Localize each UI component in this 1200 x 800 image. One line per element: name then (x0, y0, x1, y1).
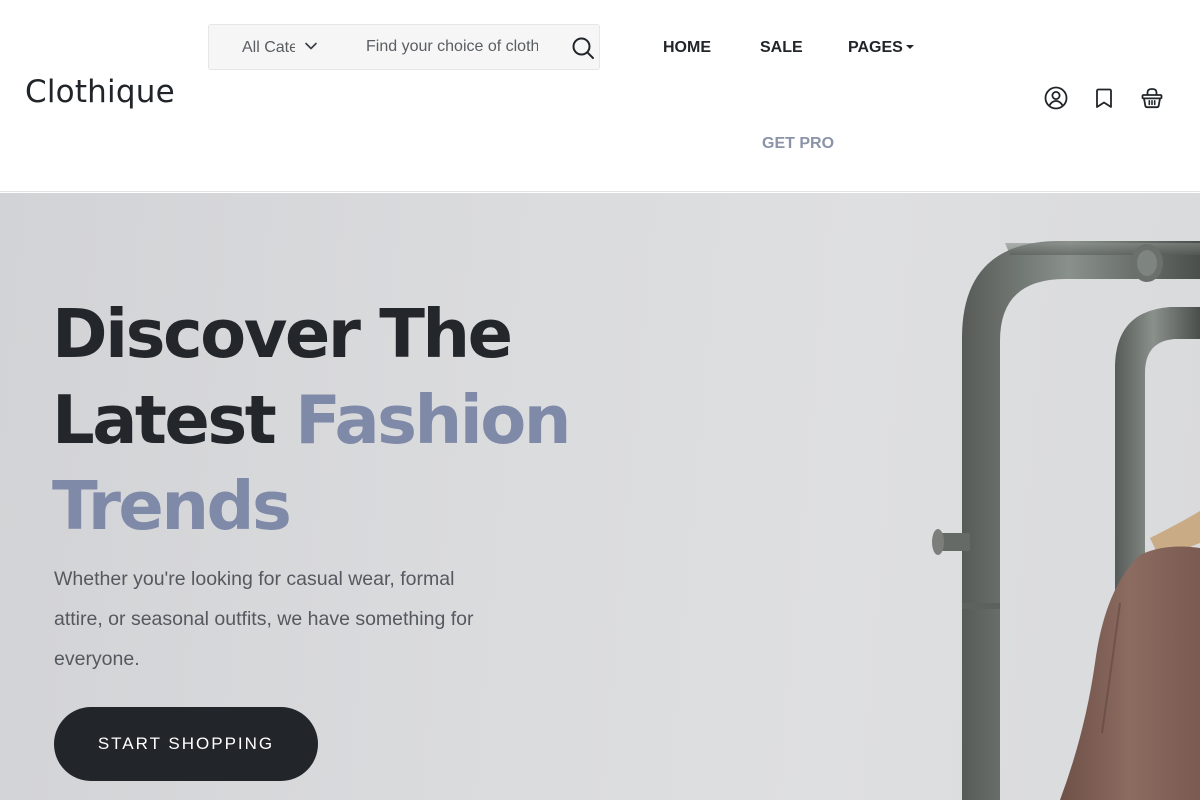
start-shopping-button[interactable]: START SHOPPING (54, 707, 318, 781)
headline-fashion: Fashion (295, 381, 571, 459)
category-select[interactable]: All Categories (209, 25, 349, 69)
headline-the: The (358, 295, 513, 373)
nav-home[interactable]: HOME (663, 39, 711, 57)
search-bar: All Categories (208, 24, 600, 70)
user-circle-icon[interactable] (1044, 86, 1068, 110)
category-select-value: All Categories (242, 39, 295, 56)
nav-pages-label: PAGES (848, 39, 903, 56)
site-logo[interactable]: Clothique (25, 74, 175, 110)
nav-pages-dropdown[interactable]: PAGES (848, 39, 914, 57)
hero-subtext: Whether you're looking for casual wear, … (54, 568, 474, 670)
caret-down-icon (905, 45, 914, 49)
nav-sale[interactable]: SALE (760, 39, 803, 57)
hero-headline: Discover The Latest Fashion Trends (52, 291, 572, 549)
nav-get-pro[interactable]: GET PRO (762, 135, 834, 153)
search-input[interactable] (366, 35, 538, 59)
hero-banner: Discover The Latest Fashion Trends Wheth… (0, 193, 1200, 800)
search-icon[interactable] (571, 36, 595, 60)
headline-discover: Discover (52, 295, 361, 373)
headline-latest: Latest (52, 381, 296, 459)
shopping-basket-icon[interactable] (1140, 86, 1164, 110)
site-header: Clothique All Categories HOME SALE PAGES… (0, 0, 1200, 192)
bookmark-icon[interactable] (1092, 86, 1116, 110)
headline-trends: Trends (52, 467, 292, 545)
chevron-down-icon (305, 42, 317, 50)
